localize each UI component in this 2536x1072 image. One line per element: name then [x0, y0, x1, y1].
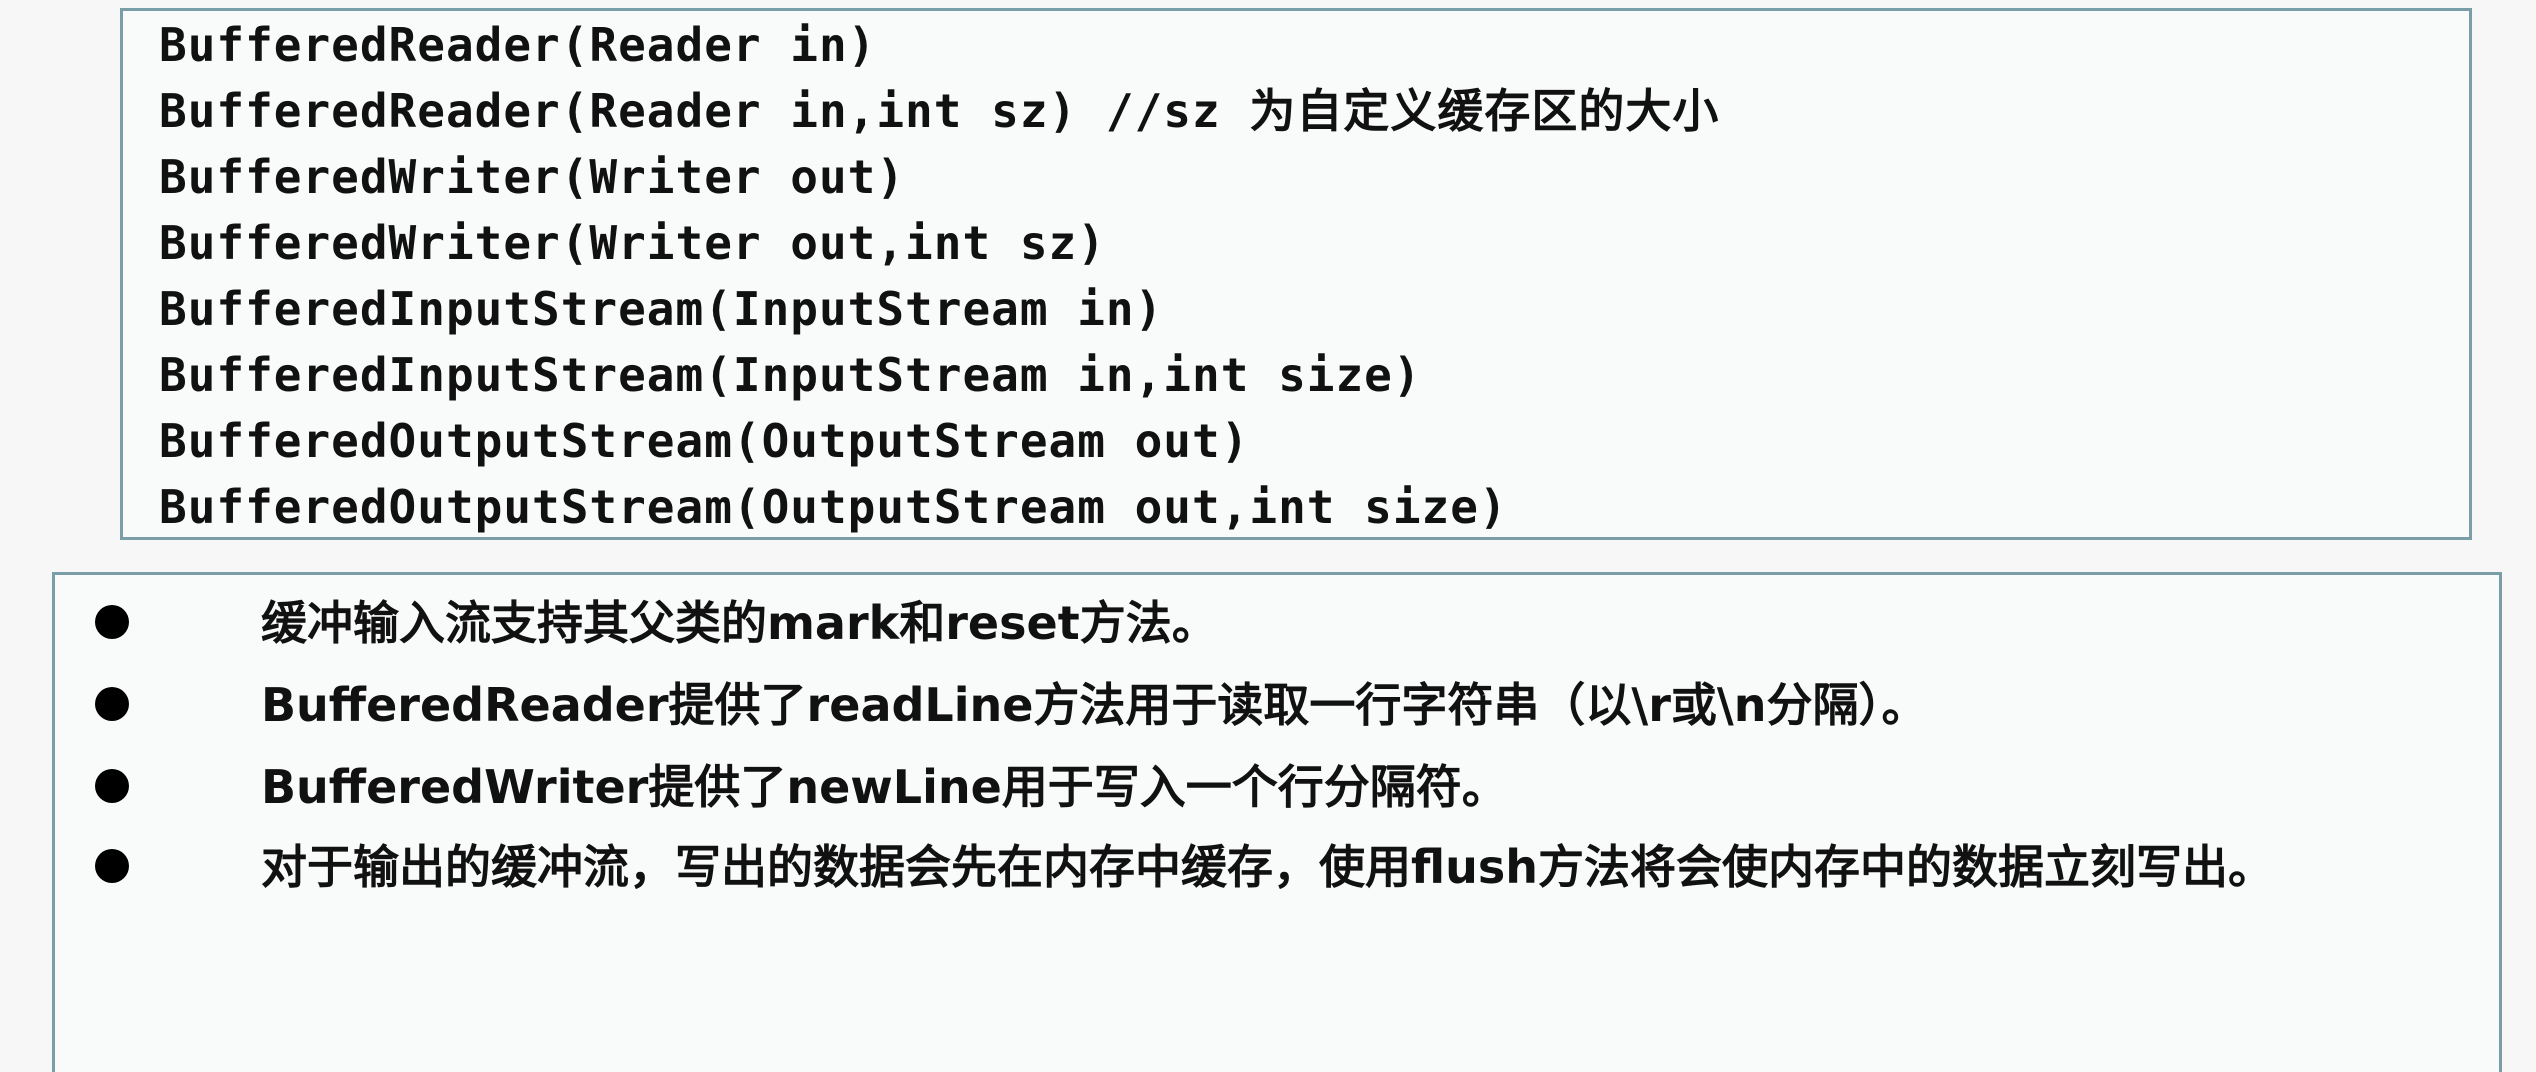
code-line-8: BufferedOutputStream(OutputStream out,in… [159, 480, 1508, 534]
note-readline: BufferedReader提供了readLine方法用于读取一行字符串（以\r… [261, 678, 1928, 732]
code-line-1: BufferedReader(Reader in) [159, 18, 877, 72]
note-mark-reset: 缓冲输入流支持其父类的mark和reset方法。 [261, 596, 1218, 650]
bullet-icon [95, 605, 129, 639]
code-line-2: BufferedReader(Reader in,int sz) //sz 为自… [159, 84, 1720, 138]
bullet-icon [95, 769, 129, 803]
bullet-icon [95, 687, 129, 721]
notes-box: 缓冲输入流支持其父类的mark和reset方法。 BufferedReader提… [52, 572, 2502, 1072]
note-newline: BufferedWriter提供了newLine用于写入一个行分隔符。 [261, 760, 1508, 814]
note-flush: 对于输出的缓冲流，写出的数据会先在内存中缓存，使用flush方法将会使内存中的数… [261, 840, 2274, 894]
code-line-6: BufferedInputStream(InputStream in,int s… [159, 348, 1422, 402]
code-line-5: BufferedInputStream(InputStream in) [159, 282, 1164, 336]
code-line-4: BufferedWriter(Writer out,int sz) [159, 216, 1106, 270]
code-line-3: BufferedWriter(Writer out) [159, 150, 906, 204]
constructor-code-box: BufferedReader(Reader in) BufferedReader… [120, 8, 2472, 540]
bullet-icon [95, 849, 129, 883]
code-line-7: BufferedOutputStream(OutputStream out) [159, 414, 1250, 468]
